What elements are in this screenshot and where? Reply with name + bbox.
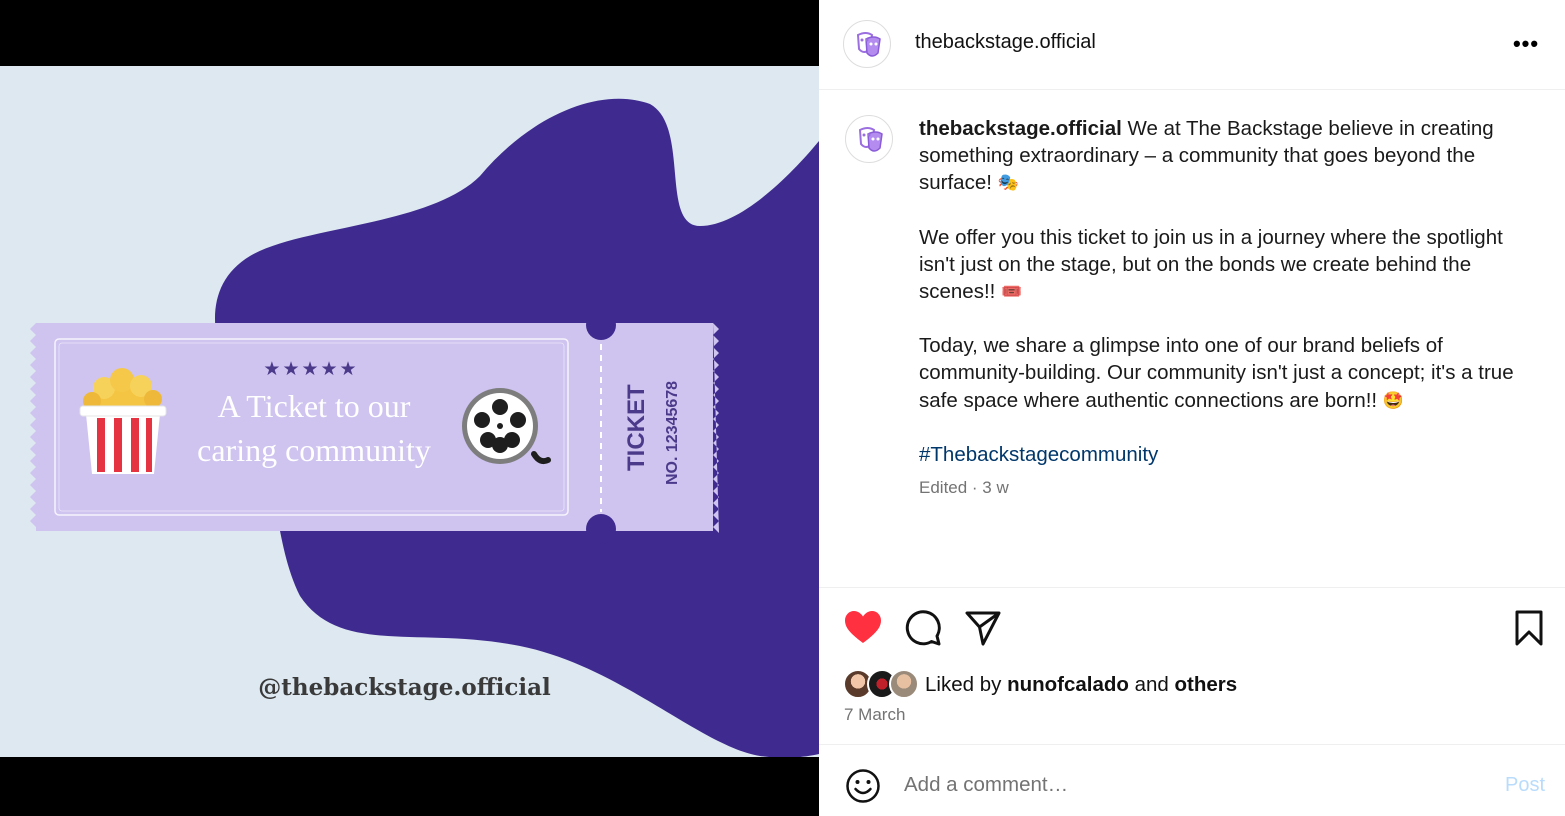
bookmark-icon[interactable] <box>1509 608 1549 648</box>
comment-input[interactable] <box>904 768 1464 802</box>
hashtag-link[interactable]: #Thebackstagecommunity <box>919 443 1158 466</box>
comment-icon[interactable] <box>903 608 943 648</box>
ticket-artwork: ★★★★★ A Ticket to our caring community T… <box>30 98 819 757</box>
post-header: thebackstage.official ••• <box>819 0 1565 90</box>
image-handle-text: @thebackstage.official <box>258 674 551 701</box>
ticket-title-line1: A Ticket to our <box>218 388 411 424</box>
ticket-emoji-icon: 🎟️ <box>1001 282 1023 302</box>
post-caption: thebackstage.official We at The Backstag… <box>919 115 1519 495</box>
caption-paragraph-3: Today, we share a glimpse into one of ou… <box>919 332 1519 414</box>
caption-section: thebackstage.official We at The Backstag… <box>819 90 1565 587</box>
star-eyes-emoji-icon: 🤩 <box>1382 390 1404 410</box>
caption-username[interactable]: thebackstage.official <box>919 117 1122 140</box>
caption-paragraph-2: We offer you this ticket to join us in a… <box>919 224 1519 306</box>
smiley-icon[interactable] <box>845 768 881 804</box>
comment-bar: Post <box>819 746 1565 816</box>
caption-paragraph-1: thebackstage.official We at The Backstag… <box>919 115 1519 197</box>
liked-by-text: Liked by nunofcalado and others <box>925 673 1238 696</box>
liker-avatars[interactable] <box>843 669 923 701</box>
caption-avatar[interactable] <box>845 115 893 163</box>
more-options-icon[interactable]: ••• <box>1511 32 1541 56</box>
ticket-title-line2: caring community <box>197 432 431 468</box>
edited-timestamp[interactable]: Edited · 3 w <box>919 478 1009 498</box>
header-username[interactable]: thebackstage.official <box>915 31 1096 54</box>
liker-avatar-3[interactable] <box>889 669 919 699</box>
liked-by-others-link[interactable]: others <box>1175 673 1238 696</box>
liked-by-username[interactable]: nunofcalado <box>1007 673 1129 696</box>
share-icon[interactable] <box>963 608 1003 648</box>
theatre-masks-icon <box>858 127 883 152</box>
ticket-stars: ★★★★★ <box>263 358 358 380</box>
post-date[interactable]: 7 March <box>844 705 905 725</box>
post-media[interactable]: ★★★★★ A Ticket to our caring community T… <box>0 0 819 816</box>
post-comment-button[interactable]: Post <box>1505 774 1545 797</box>
ticket-word: TICKET <box>623 384 650 471</box>
action-bar: Liked by nunofcalado and others 7 March <box>819 587 1565 745</box>
likes-summary: Liked by nunofcalado and others <box>843 668 1237 702</box>
post-panel: thebackstage.official ••• thebackstage.o… <box>819 0 1565 816</box>
ticket-number: NO. 12345678 <box>664 381 681 485</box>
post-image[interactable]: ★★★★★ A Ticket to our caring community T… <box>0 66 819 757</box>
masks-emoji-icon: 🎭 <box>997 173 1019 193</box>
profile-avatar[interactable] <box>843 20 891 68</box>
theatre-masks-icon <box>856 32 881 57</box>
heart-icon[interactable] <box>843 608 883 648</box>
caption-hashtag-row: #Thebackstagecommunity <box>919 441 1519 468</box>
